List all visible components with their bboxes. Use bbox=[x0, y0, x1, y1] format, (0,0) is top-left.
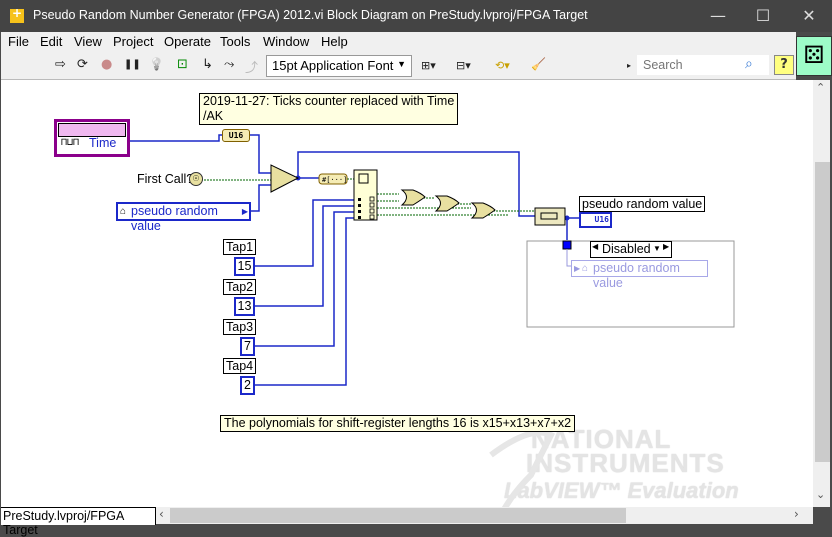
tap1-constant[interactable]: 15 bbox=[234, 257, 255, 276]
wire-tap1 bbox=[255, 199, 354, 267]
wire-tap4 bbox=[255, 217, 354, 386]
context-status: PreStudy.lvproj/FPGA Target bbox=[1, 507, 156, 537]
abort-execution-icon[interactable]: ● bbox=[101, 57, 112, 72]
increment-case-icon[interactable]: ▶ bbox=[663, 242, 669, 251]
menu-file[interactable]: File bbox=[8, 34, 29, 49]
menu-bar: File Edit View Project Operate Tools Win… bbox=[1, 32, 796, 52]
title-bar: Pseudo Random Number Generator (FPGA) 20… bbox=[0, 0, 832, 32]
step-out-icon[interactable]: ⤴ bbox=[245, 57, 258, 76]
context-help-button[interactable]: ? bbox=[774, 55, 794, 75]
pulse-train-icon: ⊓⊔⊓ bbox=[61, 137, 80, 148]
tap1-label: Tap1 bbox=[223, 239, 257, 255]
scroll-down-icon[interactable]: ⌄ bbox=[816, 488, 825, 501]
run-continuously-icon[interactable]: ⟳ bbox=[77, 57, 88, 72]
pause-icon[interactable]: ❚❚ bbox=[124, 59, 141, 70]
house-icon: ⌂ bbox=[582, 263, 589, 274]
retain-wire-values-icon[interactable]: ⊡ bbox=[177, 57, 188, 72]
xor-gate-2 bbox=[434, 195, 460, 212]
scroll-up-icon[interactable]: ⌃ bbox=[816, 81, 825, 94]
local-variable-label: pseudo random value bbox=[131, 204, 218, 233]
scroll-left-icon[interactable]: ‹ bbox=[159, 507, 164, 521]
disable-case-selector[interactable]: ◀ Disabled ▼ ▶ bbox=[590, 241, 672, 258]
wire-u16-to-select bbox=[249, 134, 271, 174]
chevron-down-icon[interactable]: ▼ bbox=[653, 244, 661, 253]
tap4-label: Tap4 bbox=[223, 358, 257, 374]
distribute-objects-icon[interactable]: ⊟▾ bbox=[456, 59, 471, 72]
fpga-time-node[interactable]: ⊓⊔⊓ Time bbox=[54, 119, 130, 157]
wire-tap3 bbox=[255, 211, 354, 347]
disabled-local-variable[interactable]: ▶ ⌂ pseudo random value bbox=[571, 260, 708, 290]
replace-subset-node bbox=[534, 207, 566, 226]
xor-gate-1 bbox=[400, 189, 426, 206]
search-box[interactable]: ⌕ bbox=[637, 55, 769, 75]
vertical-scroll-thumb[interactable] bbox=[815, 162, 830, 462]
search-input[interactable] bbox=[641, 56, 745, 74]
font-select-value: 15pt Application Font bbox=[272, 58, 394, 73]
wire-control-to-select bbox=[251, 184, 271, 212]
horizontal-scrollbar[interactable]: ‹ › bbox=[156, 507, 813, 524]
time-node-label: Time bbox=[89, 136, 117, 150]
index-array-node bbox=[353, 169, 378, 221]
tap3-label: Tap3 bbox=[223, 319, 257, 335]
labview-app-icon bbox=[10, 6, 24, 23]
menu-edit[interactable]: Edit bbox=[40, 34, 62, 49]
decrement-case-icon[interactable]: ◀ bbox=[592, 242, 598, 251]
menu-tools[interactable]: Tools bbox=[220, 34, 250, 49]
tap4-constant[interactable]: 2 bbox=[240, 376, 255, 395]
to-u16-conversion-node[interactable]: U16 bbox=[222, 129, 250, 142]
step-over-icon[interactable]: ⤳ bbox=[224, 57, 234, 72]
wire-time-to-u16 bbox=[128, 134, 223, 142]
block-diagram-canvas[interactable]: NATIONAL INSTRUMENTS LabVIEW™ Evaluation… bbox=[1, 80, 796, 507]
first-call-node[interactable]: ☉ bbox=[189, 172, 203, 186]
menu-window[interactable]: Window bbox=[263, 34, 309, 49]
font-select-dropdown[interactable]: 15pt Application Font ▼ bbox=[266, 55, 412, 77]
reorder-icon[interactable]: ⟲▾ bbox=[495, 59, 510, 72]
arrow-right-icon: ▶ bbox=[241, 207, 248, 216]
number-to-boolean-array-text: #[···] bbox=[322, 176, 347, 184]
menu-view[interactable]: View bbox=[74, 34, 102, 49]
scroll-right-icon[interactable]: › bbox=[794, 507, 799, 521]
xor-gate-3 bbox=[470, 202, 496, 219]
chevron-down-icon: ▼ bbox=[397, 59, 406, 69]
menu-operate[interactable]: Operate bbox=[164, 34, 211, 49]
close-button[interactable]: ✕ bbox=[786, 0, 832, 32]
minimize-button[interactable]: — bbox=[695, 0, 741, 32]
horizontal-scroll-thumb[interactable] bbox=[170, 508, 626, 523]
tap2-constant[interactable]: 13 bbox=[234, 297, 255, 316]
house-icon: ⌂ bbox=[120, 206, 127, 217]
disable-tunnel bbox=[562, 240, 572, 250]
menu-project[interactable]: Project bbox=[113, 34, 153, 49]
comment-polynomial[interactable]: The polynomials for shift-register lengt… bbox=[220, 415, 576, 432]
disabled-local-variable-label: pseudo random value bbox=[593, 261, 680, 290]
first-call-label: First Call? bbox=[137, 172, 194, 186]
case-label: Disabled bbox=[602, 242, 651, 256]
pseudo-random-value-local-variable[interactable]: ⌂ pseudo random value ▶ bbox=[116, 202, 251, 233]
maximize-button[interactable]: ☐ bbox=[740, 0, 786, 32]
indicator-label: pseudo random value bbox=[579, 196, 706, 212]
run-arrow-icon[interactable]: ⇨ bbox=[55, 57, 66, 72]
context-target-label: PreStudy.lvproj/FPGA Target bbox=[3, 509, 124, 537]
wire-tap2 bbox=[255, 205, 354, 307]
toolbar: ⇨ ⟳ ● ❚❚ 💡 ⊡ ↳ ⤳ ⤴ 15pt Application Font… bbox=[1, 52, 796, 80]
step-into-icon[interactable]: ↳ bbox=[202, 57, 213, 72]
cleanup-diagram-icon[interactable]: 🧹 bbox=[531, 57, 546, 71]
canvas-margin bbox=[796, 80, 813, 507]
tap3-constant[interactable]: 7 bbox=[240, 337, 255, 356]
pseudo-random-value-indicator[interactable]: U16 bbox=[579, 212, 612, 228]
vertical-scrollbar[interactable]: ⌃ ⌄ bbox=[813, 80, 830, 507]
highlight-execution-icon[interactable]: 💡 bbox=[149, 57, 164, 71]
comment-ticks-replaced[interactable]: 2019-11-27: Ticks counter replaced with … bbox=[199, 93, 459, 125]
align-objects-icon[interactable]: ⊞▾ bbox=[421, 59, 436, 72]
search-icon[interactable]: ⌕ bbox=[745, 55, 753, 72]
tap2-label: Tap2 bbox=[223, 279, 257, 295]
vi-icon-dice[interactable]: ⚄ bbox=[796, 36, 832, 76]
arrow-right-icon: ▶ bbox=[574, 264, 581, 273]
window-title: Pseudo Random Number Generator (FPGA) 20… bbox=[33, 8, 588, 22]
select-function bbox=[270, 164, 300, 193]
search-expand-icon[interactable]: ▸ bbox=[627, 61, 631, 70]
menu-help[interactable]: Help bbox=[321, 34, 348, 49]
